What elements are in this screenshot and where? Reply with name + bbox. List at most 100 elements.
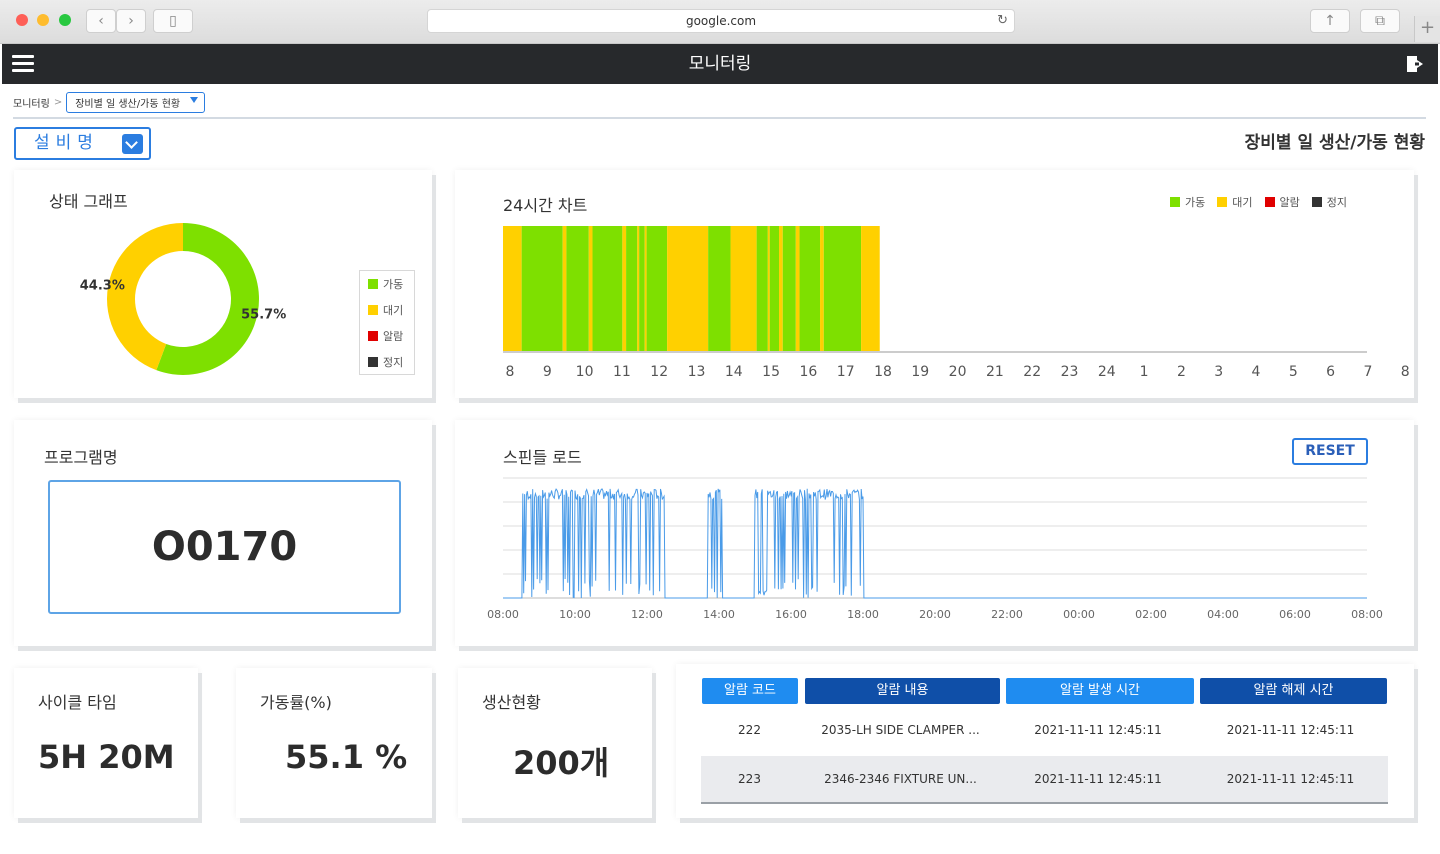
state-segment <box>823 226 862 352</box>
chart24-tick-label: 23 <box>1061 364 1079 380</box>
reset-button[interactable]: RESET <box>1292 438 1368 465</box>
close-window-button[interactable] <box>16 14 28 26</box>
spindle-tick-label: 00:00 <box>1063 608 1095 621</box>
alarm-cleared-header[interactable]: 알람 해제 시간 <box>1200 678 1387 704</box>
chart24-tick-label: 21 <box>986 364 1004 380</box>
chart24-tick-label: 5 <box>1289 364 1298 380</box>
alarm-occurred-header[interactable]: 알람 발생 시간 <box>1006 678 1194 704</box>
state-segment <box>756 226 768 352</box>
spindle-tick-label: 08:00 <box>1351 608 1383 621</box>
state-segment <box>644 226 647 352</box>
alarm-content-cell: 2035-LH SIDE CLAMPER ... <box>821 723 980 737</box>
share-icon[interactable]: ↑ <box>1310 9 1350 33</box>
alarm-row[interactable]: 223 2346-2346 FIXTURE UN... 2021-11-11 1… <box>701 756 1388 804</box>
spindle-tick-label: 20:00 <box>919 608 951 621</box>
chart24-tick-label: 22 <box>1023 364 1041 380</box>
alarm-cleared-cell: 2021-11-11 12:45:11 <box>1226 723 1355 737</box>
alarm-code-header[interactable]: 알람 코드 <box>702 678 798 704</box>
breadcrumb-root[interactable]: 모니터링 <box>13 95 50 110</box>
maximize-window-button[interactable] <box>59 14 71 26</box>
chart24-tick-label: 6 <box>1326 364 1335 380</box>
address-bar[interactable]: google.com ↻ <box>427 9 1015 33</box>
legend-item-idle: 대기 <box>360 297 414 323</box>
state-segment <box>639 226 645 352</box>
state-segment <box>769 226 780 352</box>
chart24-legend: 가동 대기 알람 정지 <box>1170 194 1347 210</box>
alarm-code-cell: 223 <box>738 772 761 786</box>
chart24-tick-label: 4 <box>1252 364 1261 380</box>
state-segment <box>767 226 770 352</box>
alarm-occurred-cell: 2021-11-11 12:45:11 <box>1034 772 1162 786</box>
state-segment <box>667 226 709 352</box>
state-segment <box>503 226 522 352</box>
page-title: 장비별 일 생산/가동 현황 <box>1244 133 1425 153</box>
status-legend: 가동 대기 알람 정지 <box>359 270 415 375</box>
state-segment <box>637 226 640 352</box>
alarm-cleared-cell: 2021-11-11 12:45:11 <box>1226 772 1355 786</box>
logout-icon[interactable] <box>1406 55 1426 77</box>
sidebar-toggle-icon[interactable]: ▯ <box>153 9 193 33</box>
chart24-tick-label: 3 <box>1214 364 1223 380</box>
spindle-tick-label: 22:00 <box>991 608 1023 621</box>
breadcrumb: 모니터링 > 장비별 일 생산/가동 현황 <box>13 92 206 113</box>
state-segment <box>562 226 567 352</box>
spindle-tick-label: 10:00 <box>559 608 591 621</box>
state-segment <box>861 226 880 352</box>
state-segment <box>592 226 623 352</box>
chart24-tick-label: 13 <box>688 364 706 380</box>
url-text: google.com <box>685 14 757 28</box>
new-tab-icon[interactable]: + <box>1414 16 1440 42</box>
donut-label: 55.7% <box>241 308 286 323</box>
legend-item-stop: 정지 <box>360 349 414 375</box>
cycle-time-title: 사이클 타임 <box>38 693 117 712</box>
equipment-select[interactable]: 설비명 <box>14 127 151 160</box>
production-title: 생산현황 <box>482 693 541 712</box>
alarm-content-header[interactable]: 알람 내용 <box>805 678 1000 704</box>
state-segment <box>588 226 593 352</box>
minimize-window-button[interactable] <box>37 14 49 26</box>
production-value: 200개 <box>513 744 610 782</box>
spindle-tick-label: 18:00 <box>847 608 879 621</box>
state-segment <box>730 226 757 352</box>
state-segment <box>566 226 589 352</box>
legend-swatch-idle <box>368 305 378 315</box>
state-segment <box>795 226 800 352</box>
chart24-legend-stop: 정지 <box>1311 194 1347 210</box>
breadcrumb-page-select[interactable]: 장비별 일 생산/가동 현황 <box>66 92 206 113</box>
utilization-title: 가동률(%) <box>260 693 332 712</box>
forward-icon[interactable]: › <box>116 9 146 33</box>
chevron-down-icon <box>122 134 143 154</box>
legend-swatch-stop <box>368 357 378 367</box>
program-name-display: O0170 <box>48 480 401 614</box>
utilization-panel: 가동률(%) 55.1 % <box>236 668 432 818</box>
reload-icon[interactable]: ↻ <box>997 10 1008 32</box>
browser-toolbar: ‹ › ▯ google.com ↻ ↑ ⧉ + <box>0 0 1440 44</box>
spindle-tick-label: 16:00 <box>775 608 807 621</box>
breadcrumb-separator: > <box>53 97 63 108</box>
chart24-tick-label: 12 <box>650 364 668 380</box>
chart24-legend-alarm: 알람 <box>1264 194 1300 210</box>
chart24-tick-label: 14 <box>725 364 743 380</box>
alarm-row[interactable]: 222 2035-LH SIDE CLAMPER ... 2021-11-11 … <box>701 706 1388 754</box>
alarm-code-cell: 222 <box>738 723 761 737</box>
legend-item-run: 가동 <box>360 271 414 297</box>
back-icon[interactable]: ‹ <box>86 9 116 33</box>
spindle-tick-label: 06:00 <box>1279 608 1311 621</box>
equipment-select-label: 설비명 <box>34 133 99 153</box>
spindle-tick-label: 08:00 <box>487 608 519 621</box>
state-segment <box>708 226 731 352</box>
state-segment <box>799 226 821 352</box>
app-header: 모니터링 <box>2 44 1438 84</box>
chart24-tick-label: 9 <box>543 364 552 380</box>
chart24-tick-label: 20 <box>949 364 967 380</box>
chart24-tick-label: 15 <box>762 364 780 380</box>
tabs-icon[interactable]: ⧉ <box>1360 9 1400 33</box>
chart24-tick-label: 10 <box>576 364 594 380</box>
chart24-tick-label: 17 <box>837 364 855 380</box>
chart24-tick-label: 18 <box>874 364 892 380</box>
cycle-time-panel: 사이클 타임 5H 20M <box>14 668 198 818</box>
chart24-tick-label: 2 <box>1177 364 1186 380</box>
chart24-tick-label: 7 <box>1363 364 1372 380</box>
alarm-occurred-cell: 2021-11-11 12:45:11 <box>1034 723 1162 737</box>
chart24-tick-label: 11 <box>613 364 631 380</box>
